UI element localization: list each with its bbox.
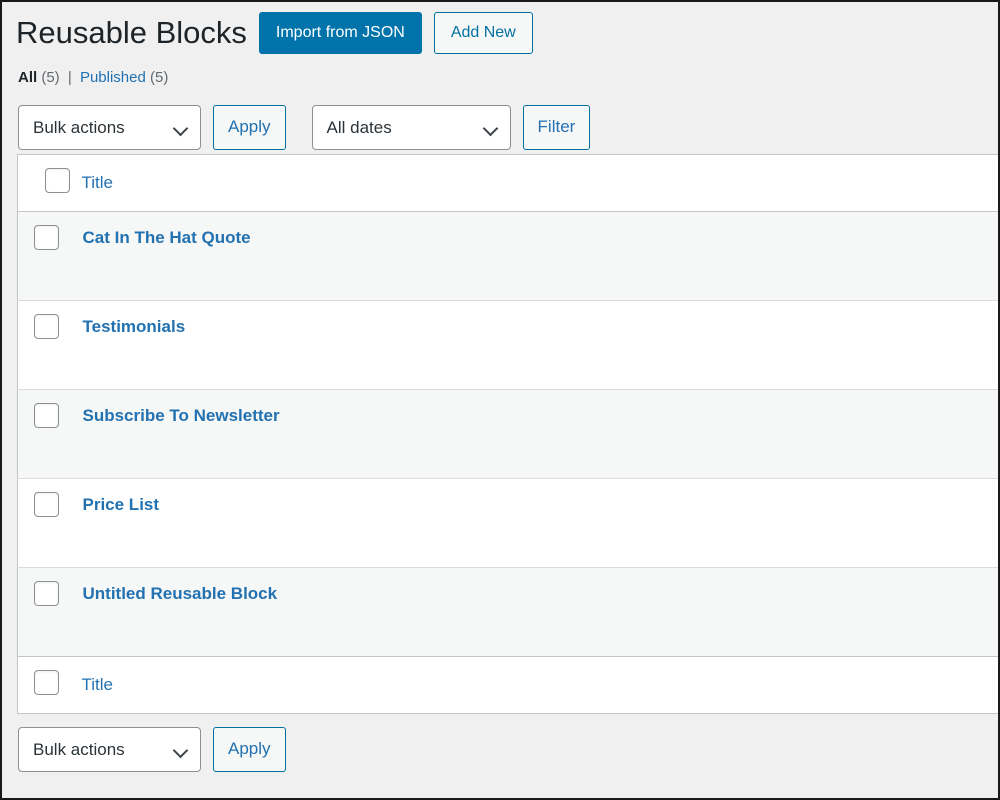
row-checkbox[interactable] [34,225,59,250]
select-all-footer-cell [17,656,82,714]
status-filter-nav: All (5) | Published (5) [2,54,998,94]
row-select-cell [17,300,82,390]
status-filter-all-count: (5) [41,69,60,86]
row-checkbox[interactable] [34,581,59,606]
page-title: Reusable Blocks [16,14,247,50]
row-title-link[interactable]: Cat In The Hat Quote [83,213,998,250]
row-title-link[interactable]: Testimonials [83,302,998,339]
tablenav-top: Bulk actions Apply All dates Filter [2,94,998,154]
table-row: Cat In The Hat Quote [17,211,998,301]
row-title-link[interactable]: Untitled Reusable Block [83,569,998,606]
status-filter-all[interactable]: All [18,69,37,86]
reusable-blocks-table: Title Cat In The Hat Quote Testimonials Su… [17,154,998,714]
row-checkbox[interactable] [34,492,59,517]
apply-button-top[interactable]: Apply [213,104,286,150]
add-new-button[interactable]: Add New [433,12,533,54]
bulk-actions-select-wrapper-bottom: Bulk actions [18,726,201,772]
row-select-cell [17,211,82,301]
bulk-actions-select-wrapper-top: Bulk actions [18,104,201,150]
row-select-cell [17,478,82,568]
select-all-checkbox-bottom[interactable] [34,670,59,695]
table-foot: Title [17,656,998,714]
apply-button-bottom[interactable]: Apply [213,726,286,772]
admin-page: Reusable Blocks Import from JSON Add New… [0,0,1000,800]
column-footer-title[interactable]: Title [81,656,998,714]
row-title-link[interactable]: Price List [83,480,998,517]
row-select-cell [17,567,82,657]
row-title-cell: Subscribe To Newsletter [81,389,998,479]
row-title-cell: Cat In The Hat Quote [81,211,998,301]
row-title-link[interactable]: Subscribe To Newsletter [83,391,998,428]
date-filter-select[interactable]: All dates [311,104,511,150]
table-head: Title [17,154,998,212]
page-header: Reusable Blocks Import from JSON Add New [2,2,998,54]
table-row: Price List [17,478,998,568]
select-all-checkbox-top[interactable] [45,168,71,193]
date-filter-select-wrapper: All dates [311,104,511,150]
table-header-row: Title [17,154,998,212]
table-row: Subscribe To Newsletter [17,389,998,479]
select-all-header-cell [17,154,82,212]
table-body: Cat In The Hat Quote Testimonials Subscrib… [17,211,998,657]
row-checkbox[interactable] [34,403,59,428]
table-row: Untitled Reusable Block [17,567,998,657]
row-select-cell [17,389,82,479]
status-filter-published[interactable]: Published [80,69,146,86]
row-title-cell: Testimonials [81,300,998,390]
bulk-actions-select-bottom[interactable]: Bulk actions [18,726,201,772]
column-header-title[interactable]: Title [81,154,998,212]
row-title-cell: Price List [81,478,998,568]
filter-button[interactable]: Filter [522,104,591,150]
table-footer-row: Title [17,656,998,714]
table-row: Testimonials [17,300,998,390]
bulk-actions-select-top[interactable]: Bulk actions [18,104,201,150]
status-filter-published-count: (5) [150,69,169,86]
import-from-json-button[interactable]: Import from JSON [258,12,422,54]
tablenav-bottom: Bulk actions Apply [2,714,998,774]
row-checkbox[interactable] [34,314,59,339]
row-title-cell: Untitled Reusable Block [81,567,998,657]
status-filter-separator: | [67,69,72,86]
